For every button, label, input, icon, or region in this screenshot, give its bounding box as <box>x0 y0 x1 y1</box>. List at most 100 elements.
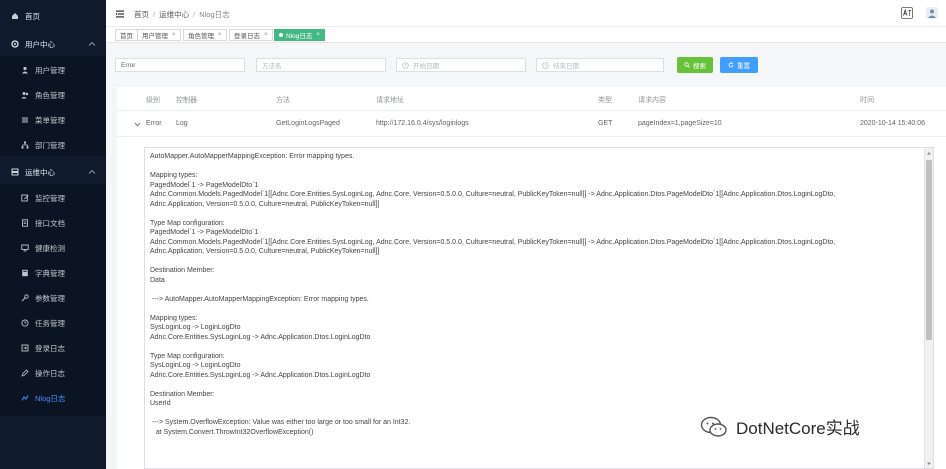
exception-line: Data <box>150 276 165 284</box>
menu-list-icon <box>20 116 29 125</box>
tag-users[interactable]: 用户管理 × <box>137 29 181 41</box>
column-header: 类型 <box>598 97 612 104</box>
sidebar-item-monitor[interactable]: 监控管理 <box>0 188 106 208</box>
exception-line <box>150 380 912 390</box>
tags-view: 首页 用户管理 × 角色管理 × 登录日志 × Nlog日志 × <box>106 27 946 43</box>
document-icon <box>20 219 29 228</box>
tag-label: 角色管理 <box>188 33 214 40</box>
tag-roles[interactable]: 角色管理 × <box>183 29 227 41</box>
sidebar-item-operation-logs[interactable]: 操作日志 <box>0 363 106 383</box>
scroll-down-icon[interactable] <box>926 461 932 467</box>
clock-icon <box>402 61 409 69</box>
sidebar-item-nlog[interactable]: Nlog日志 <box>0 388 106 408</box>
column-header: 级别 <box>146 97 160 104</box>
wrench-icon <box>20 294 29 303</box>
close-icon[interactable]: × <box>172 32 176 38</box>
method-placeholder: 方法名 <box>262 63 282 70</box>
active-dot-icon <box>279 33 283 37</box>
sidebar-item-login-logs[interactable]: 登录日志 <box>0 338 106 358</box>
language-icon[interactable] <box>901 7 913 19</box>
sidebar-item-roles[interactable]: 角色管理 <box>0 85 106 105</box>
sidebar-item-parameters[interactable]: 参数管理 <box>0 288 106 308</box>
tag-label: Nlog日志 <box>286 33 313 40</box>
monitor-icon <box>20 244 29 253</box>
sidebar-item-departments[interactable]: 部门管理 <box>0 135 106 155</box>
exception-line: Adnc.Application, Version=0.5.0.0, Cultu… <box>150 248 380 255</box>
exception-line: UserId <box>150 400 171 407</box>
breadcrumb-current: Nlog日志 <box>199 10 230 19</box>
chevron-down-icon[interactable] <box>134 121 141 128</box>
exception-line <box>150 257 912 267</box>
exception-line <box>150 304 912 314</box>
search-label: 搜索 <box>693 63 706 70</box>
breadcrumb: 首页 / 运维中心 / Nlog日志 <box>134 10 230 19</box>
scroll-thumb[interactable] <box>926 160 932 340</box>
method-input[interactable]: 方法名 <box>256 58 386 72</box>
exception-line: PagedModel`1 -> PageModelDto`1 <box>150 229 259 236</box>
chevron-up-icon <box>88 41 96 46</box>
sidebar-item-home[interactable]: 首页 <box>0 6 106 26</box>
reset-button[interactable]: 重置 <box>720 57 758 73</box>
exception-line: SysLoginLog -> LoginLogDto <box>150 324 241 331</box>
avatar[interactable] <box>926 7 938 19</box>
table-cell: pageIndex=1,pageSize=10 <box>638 120 722 127</box>
sidebar-item-label: Nlog日志 <box>35 393 66 403</box>
exception-line <box>150 285 912 295</box>
search-button[interactable]: 搜索 <box>677 57 713 73</box>
close-icon[interactable]: × <box>316 32 320 38</box>
tag-nlog[interactable]: Nlog日志 × <box>274 29 325 41</box>
column-header: 时间 <box>860 97 874 104</box>
scrollbar[interactable] <box>924 148 933 468</box>
breadcrumb-ops[interactable]: 运维中心 <box>159 10 189 19</box>
column-header: 请求地址 <box>376 97 404 104</box>
sidebar-group-label: 用户中心 <box>25 39 55 49</box>
exception-line: Mapping types: <box>150 314 198 322</box>
table-cell: Log <box>176 120 188 127</box>
scroll-up-icon[interactable] <box>926 150 932 156</box>
role-icon <box>20 91 29 100</box>
level-value: Error <box>121 61 136 69</box>
level-select[interactable]: Error <box>115 58 245 72</box>
sidebar-item-label: 操作日志 <box>35 368 65 378</box>
sidebar-item-menus[interactable]: 菜单管理 <box>0 110 106 130</box>
exception-line <box>150 209 912 219</box>
exception-text: AutoMapper.AutoMapperMappingException: E… <box>150 152 912 437</box>
start-date-picker[interactable]: 开始日期 <box>396 58 526 72</box>
start-date-placeholder: 开始日期 <box>413 63 439 70</box>
sidebar-group-user-center[interactable]: 用户中心 <box>0 34 106 54</box>
exception-line: Destination Member: <box>150 267 215 274</box>
book-icon <box>20 269 29 278</box>
table-cell: GetLoginLogsPaged <box>276 120 340 127</box>
exception-line: PagedModel`1 -> PageModelDto`1 <box>150 181 259 189</box>
edit-icon <box>20 194 29 203</box>
tag-label: 首页 <box>120 33 133 40</box>
exception-line <box>150 342 912 352</box>
sidebar-item-label: 用户管理 <box>35 65 65 75</box>
sidebar-item-tasks[interactable]: 任务管理 <box>0 313 106 333</box>
log-table: 级别 控制器 方法 请求地址 类型 请求内容 时间 Error Log GetL… <box>117 87 946 469</box>
sidebar-group-ops-center[interactable]: 运维中心 <box>0 162 106 182</box>
table-row[interactable]: Error Log GetLoginLogsPaged http://172.1… <box>117 111 946 137</box>
sidebar: 首页 用户中心 用户管理 角色管理 菜单管理 部门管理 运维中心 监控管理 接口… <box>0 0 106 469</box>
sidebar-item-label: 任务管理 <box>35 318 65 328</box>
exception-line: Adnc.Common.Models.PagedModel`1[[Adnc.Co… <box>150 238 836 246</box>
sidebar-group-label: 运维中心 <box>25 167 55 177</box>
sidebar-item-dictionary[interactable]: 字典管理 <box>0 263 106 283</box>
exception-line: ---> AutoMapper.AutoMapperMappingExcepti… <box>150 295 369 303</box>
tag-home[interactable]: 首页 <box>115 29 138 41</box>
table-cell: Error <box>146 120 162 127</box>
breadcrumb-home[interactable]: 首页 <box>134 10 149 19</box>
sidebar-item-health[interactable]: 健康检测 <box>0 238 106 258</box>
close-icon[interactable]: × <box>218 32 222 38</box>
end-date-picker[interactable]: 结束日期 <box>536 58 664 72</box>
pencil-icon <box>20 369 29 378</box>
sidebar-item-api-docs[interactable]: 接口文档 <box>0 213 106 233</box>
sidebar-item-label: 菜单管理 <box>35 115 65 125</box>
search-icon <box>684 62 690 68</box>
tag-label: 用户管理 <box>142 33 168 40</box>
close-icon[interactable]: × <box>264 32 268 38</box>
sidebar-item-users[interactable]: 用户管理 <box>0 60 106 80</box>
exception-line <box>150 162 912 172</box>
hamburger-icon[interactable] <box>115 9 125 19</box>
tag-login-logs[interactable]: 登录日志 × <box>229 29 273 41</box>
